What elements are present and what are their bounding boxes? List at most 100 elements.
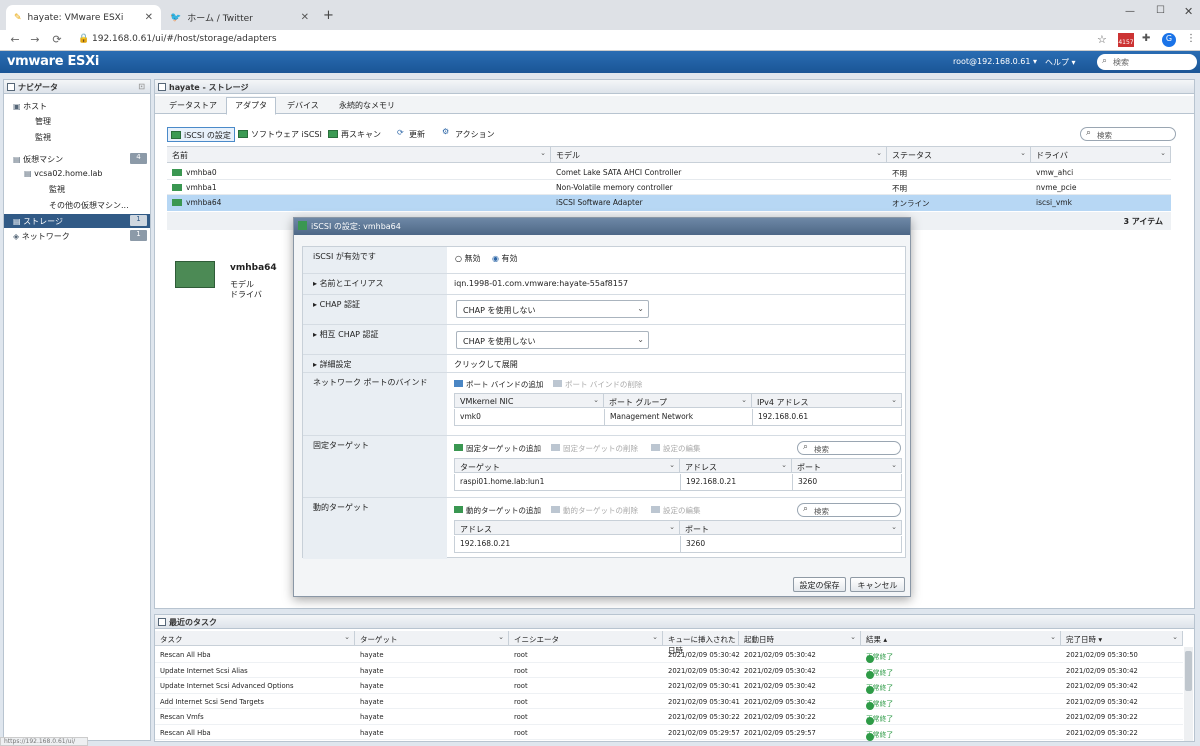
tab-datastores[interactable]: データストア [161, 98, 225, 114]
adapter-search-input[interactable]: 検索 [1080, 127, 1176, 141]
nav-item-other-vms[interactable]: その他の仮想マシン... [4, 198, 150, 212]
col-model[interactable]: モデル ⌄ [551, 147, 887, 163]
dynamic-target-search-input[interactable]: 検索 [797, 503, 901, 517]
chevron-down-icon[interactable]: ⌄ [850, 633, 856, 641]
table-row-selected[interactable]: vmhba64 iSCSI Software Adapter オンライン isc… [167, 195, 1171, 211]
chevron-down-icon[interactable]: ⌄ [891, 461, 897, 469]
chevron-down-icon[interactable]: ⌄ [652, 633, 658, 641]
nav-item-vcsa02[interactable]: ▤ vcsa02.home.lab [4, 167, 150, 181]
cancel-button[interactable]: キャンセル [850, 577, 905, 592]
browser-tab-twitter[interactable]: 🐦 ホーム / Twitter ✕ [162, 5, 317, 30]
add-port-binding-button[interactable]: ポート バインドの追加 [454, 379, 543, 390]
back-icon[interactable]: ← [6, 33, 24, 46]
radio-enabled[interactable]: ◉ 有効 [492, 253, 518, 264]
table-row[interactable]: vmhba1 Non-Volatile memory controller 不明… [167, 180, 1171, 195]
col-vmkernel-nic[interactable]: VMkernel NIC ⌄ [454, 393, 604, 408]
tasks-scrollbar[interactable] [1184, 647, 1193, 741]
chevron-down-icon[interactable]: ⌄ [728, 633, 734, 641]
col-target[interactable]: ターゲット ⌄ [355, 631, 509, 646]
advanced-expand-link[interactable]: クリックして展開 [447, 355, 905, 373]
task-row[interactable]: Rescan Vmfs hayate root 2021/02/09 05:30:22… [155, 709, 1183, 725]
chevron-down-icon[interactable]: ⌄ [1160, 149, 1166, 157]
header-search-input[interactable]: 検索 [1097, 54, 1197, 70]
task-row[interactable]: Rescan All Hba hayate root 2021/02/09 05:30… [155, 647, 1183, 663]
add-static-target-button[interactable]: 固定ターゲットの追加 [454, 443, 541, 454]
col-status[interactable]: ステータス ⌄ [887, 147, 1031, 163]
chevron-down-icon[interactable]: ⌄ [498, 633, 504, 641]
browser-tab-esxi[interactable]: ✎ hayate: VMware ESXi ✕ [6, 5, 161, 30]
tab-adapters[interactable]: アダプタ [226, 97, 276, 115]
remove-dynamic-target-button[interactable]: 動的ターゲットの削除 [551, 505, 638, 516]
tab-devices[interactable]: デバイス [279, 98, 327, 114]
minimize-icon[interactable]: — [1125, 6, 1135, 17]
col-initiator[interactable]: イニシエータ ⌄ [509, 631, 663, 646]
edit-static-settings-button[interactable]: 設定の編集 [651, 443, 701, 454]
rescan-button[interactable]: 再スキャン [325, 127, 384, 142]
extensions-icon[interactable]: ✚ [1142, 33, 1150, 44]
task-row[interactable]: Update Internet Scsi Alias hayate root 2021… [155, 663, 1183, 679]
edit-dynamic-settings-button[interactable]: 設定の編集 [651, 505, 701, 516]
chevron-down-icon[interactable]: ⌄ [741, 396, 747, 404]
nav-item-vms[interactable]: ▤ 仮想マシン 4 [4, 152, 150, 166]
chevron-down-icon[interactable]: ⌄ [669, 461, 675, 469]
remove-port-binding-button[interactable]: ポート バインドの削除 [553, 379, 642, 390]
col-started[interactable]: 起動日時 ⌄ [739, 631, 861, 646]
save-button[interactable]: 設定の保存 [793, 577, 846, 592]
expand-chap[interactable]: ▸ CHAP 認証 [303, 295, 447, 325]
mutual-chap-select[interactable]: CHAP を使用しない ⌄ [456, 331, 649, 349]
maximize-icon[interactable]: ☐ [1156, 5, 1165, 16]
actions-button[interactable]: ⚙ アクション [439, 127, 498, 142]
col-dyn-port[interactable]: ポート ⌄ [680, 520, 902, 535]
table-row[interactable]: vmhba0 Comet Lake SATA AHCI Controller 不… [167, 165, 1171, 180]
col-dyn-address[interactable]: アドレス ⌄ [454, 520, 680, 535]
chevron-down-icon[interactable]: ⌄ [669, 523, 675, 531]
col-queued[interactable]: キューに挿入された日時 ⌄ [663, 631, 739, 655]
remove-static-target-button[interactable]: 固定ターゲットの削除 [551, 443, 638, 454]
chevron-down-icon[interactable]: ⌄ [891, 523, 897, 531]
url-field[interactable]: 192.168.0.61/ui/#/host/storage/adapters [92, 34, 277, 44]
chevron-down-icon[interactable]: ⌄ [540, 149, 546, 157]
add-dynamic-target-button[interactable]: 動的ターゲットの追加 [454, 505, 541, 516]
chevron-down-icon[interactable]: ⌄ [593, 396, 599, 404]
col-ipv4-address[interactable]: IPv4 アドレス ⌄ [752, 393, 902, 408]
refresh-button[interactable]: ⟳ 更新 [393, 127, 428, 142]
chevron-down-icon[interactable]: ⌄ [781, 461, 787, 469]
close-window-icon[interactable]: ✕ [1184, 5, 1193, 18]
collapse-icon[interactable]: ⊡ [138, 82, 145, 91]
expand-mutual-chap[interactable]: ▸ 相互 CHAP 認証 [303, 325, 447, 355]
chap-select[interactable]: CHAP を使用しない ⌄ [456, 300, 649, 318]
col-driver[interactable]: ドライバ ⌄ [1031, 147, 1171, 163]
chevron-down-icon[interactable]: ⌄ [1172, 633, 1178, 641]
reload-icon[interactable]: ⟳ [48, 33, 66, 46]
help-menu[interactable]: ヘルプ ▾ [1045, 57, 1076, 68]
radio-disabled[interactable]: ○ 無効 [455, 253, 481, 264]
nav-item-host[interactable]: ▣ ホスト [4, 99, 150, 113]
user-menu[interactable]: root@192.168.0.61 ▾ [953, 57, 1037, 66]
col-address[interactable]: アドレス ⌄ [680, 458, 792, 473]
chevron-down-icon[interactable]: ⌄ [891, 396, 897, 404]
col-completed[interactable]: 完了日時 ▾ ⌄ [1061, 631, 1183, 646]
nav-item-network[interactable]: ◈ ネットワーク 1 [4, 229, 150, 243]
col-name[interactable]: 名前 ⌄ [167, 147, 551, 163]
task-row[interactable]: Rescan All Hba hayate root 2021/02/09 05:29… [155, 725, 1183, 741]
chevron-down-icon[interactable]: ⌄ [876, 149, 882, 157]
bookmark-star-icon[interactable]: ☆ [1097, 33, 1107, 46]
extension-badge[interactable]: 4157 [1118, 33, 1134, 47]
static-target-search-input[interactable]: 検索 [797, 441, 901, 455]
col-port[interactable]: ポート ⌄ [792, 458, 902, 473]
chevron-down-icon[interactable]: ⌄ [1050, 633, 1056, 641]
col-target[interactable]: ターゲット ⌄ [454, 458, 680, 473]
nav-item-monitor[interactable]: 監視 [4, 130, 150, 144]
chevron-down-icon[interactable]: ⌄ [344, 633, 350, 641]
scrollbar-thumb[interactable] [1185, 651, 1192, 691]
col-task[interactable]: タスク ⌄ [155, 631, 355, 646]
nav-item-storage[interactable]: ▤ ストレージ 1 [4, 214, 150, 228]
nav-item-manage[interactable]: 管理 [4, 114, 150, 128]
task-row[interactable]: Update Internet Scsi Advanced Options hay… [155, 678, 1183, 694]
col-result[interactable]: 結果 ▴ ⌄ [861, 631, 1061, 646]
close-tab-icon[interactable]: ✕ [301, 12, 309, 23]
expand-advanced[interactable]: ▸ 詳細設定 [303, 355, 447, 373]
col-port-group[interactable]: ポート グループ ⌄ [604, 393, 752, 408]
close-tab-icon[interactable]: ✕ [145, 12, 153, 23]
task-row[interactable]: Add Internet Scsi Send Targets hayate root… [155, 694, 1183, 710]
